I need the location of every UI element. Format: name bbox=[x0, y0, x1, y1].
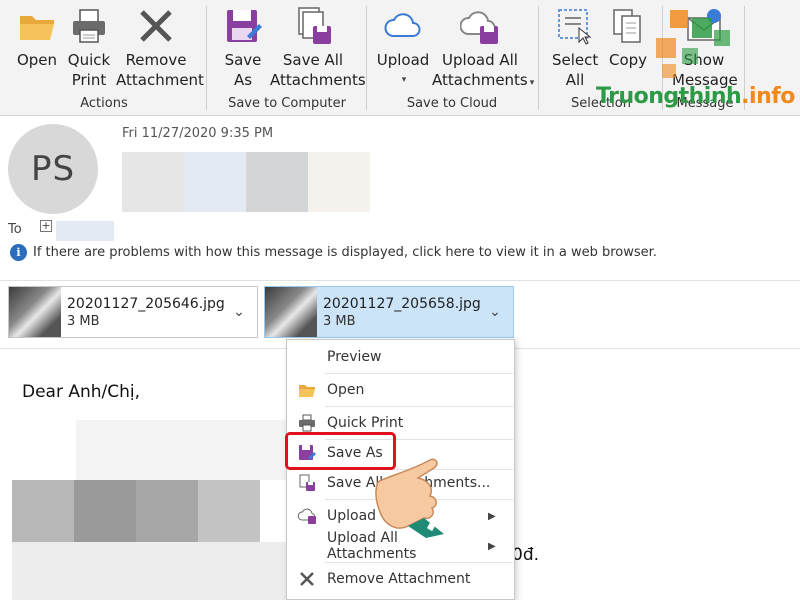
attachment-item[interactable]: 20201127_205646.jpg 3 MB ⌄ bbox=[8, 286, 258, 338]
open-button[interactable]: Open bbox=[14, 6, 60, 70]
blurred-body-text bbox=[12, 480, 74, 542]
save-all-icon bbox=[293, 6, 333, 46]
submenu-arrow-icon: ▶ bbox=[488, 540, 496, 552]
blurred-recipient bbox=[56, 221, 114, 241]
upload-button[interactable]: Upload ▾ bbox=[376, 6, 430, 90]
submenu-arrow-icon: ▶ bbox=[488, 510, 496, 522]
to-label: To bbox=[8, 222, 22, 237]
blurred-body-text bbox=[198, 480, 260, 542]
printer-icon bbox=[287, 414, 327, 432]
pointing-hand-icon bbox=[368, 452, 458, 538]
blurred-sender-block bbox=[184, 152, 246, 212]
dropdown-caret: ▾ bbox=[529, 78, 535, 88]
group-label-save-to-computer: Save to Computer bbox=[228, 96, 346, 111]
blurred-body-text bbox=[136, 480, 198, 542]
message-date: Fri 11/27/2020 9:35 PM bbox=[122, 126, 274, 141]
menu-separator bbox=[325, 562, 513, 563]
attachment-item-selected[interactable]: 20201127_205658.jpg 3 MB ⌄ bbox=[264, 286, 514, 338]
cloud-upload-icon bbox=[287, 507, 327, 525]
divider bbox=[0, 280, 800, 281]
watermark-logo-icon bbox=[652, 8, 736, 80]
blurred-sender-block bbox=[308, 152, 370, 212]
expand-recipients-icon[interactable]: + bbox=[40, 220, 52, 232]
group-separator bbox=[366, 6, 367, 110]
email-greeting: Dear Anh/Chị, bbox=[22, 382, 141, 402]
watermark-text: Truongthinh.info bbox=[596, 84, 795, 109]
menu-separator bbox=[325, 406, 513, 407]
blurred-body-text bbox=[74, 480, 136, 542]
printer-icon bbox=[69, 6, 109, 46]
close-icon bbox=[136, 6, 176, 46]
menu-item-remove-attachment[interactable]: Remove Attachment bbox=[287, 564, 514, 594]
blurred-sender-block bbox=[122, 152, 184, 212]
group-label-save-to-cloud: Save to Cloud bbox=[406, 96, 498, 111]
upload-all-attachments-button[interactable]: Upload All Attachments ▾ bbox=[432, 6, 534, 93]
blurred-sender-block bbox=[246, 152, 308, 212]
attachment-size: 3 MB bbox=[67, 313, 100, 329]
cloud-upload-icon bbox=[383, 6, 423, 46]
blurred-body-text bbox=[12, 542, 286, 600]
select-all-button[interactable]: Select All bbox=[552, 6, 598, 90]
save-all-icon bbox=[287, 474, 327, 492]
group-label-actions: Actions bbox=[80, 96, 128, 111]
blurred-body-text bbox=[76, 420, 286, 480]
menu-separator bbox=[325, 373, 513, 374]
save-all-attachments-button[interactable]: Save All Attachments bbox=[270, 6, 366, 90]
menu-item-open[interactable]: Open bbox=[287, 375, 514, 405]
cloud-upload-all-icon bbox=[459, 6, 500, 46]
attachment-name: 20201127_205658.jpg bbox=[323, 295, 481, 312]
info-bar[interactable]: i If there are problems with how this me… bbox=[10, 244, 657, 261]
attachment-thumbnail bbox=[265, 287, 317, 337]
select-all-icon bbox=[555, 6, 595, 46]
quick-print-button[interactable]: Quick Print bbox=[66, 6, 112, 90]
save-as-button[interactable]: Save As bbox=[222, 6, 264, 90]
chevron-down-icon[interactable]: ⌄ bbox=[483, 304, 507, 320]
attachment-thumbnail bbox=[9, 287, 61, 337]
info-icon: i bbox=[10, 244, 27, 261]
attachment-name: 20201127_205646.jpg bbox=[67, 295, 225, 312]
save-as-icon bbox=[223, 6, 263, 46]
group-separator bbox=[206, 6, 207, 110]
attachment-size: 3 MB bbox=[323, 313, 356, 329]
copy-icon bbox=[608, 6, 648, 46]
body-text-tail: 0đ. bbox=[512, 545, 540, 565]
copy-button[interactable]: Copy bbox=[606, 6, 650, 70]
chevron-down-icon[interactable]: ⌄ bbox=[227, 304, 251, 320]
avatar: PS bbox=[8, 124, 98, 214]
folder-icon bbox=[287, 382, 327, 398]
close-icon bbox=[287, 571, 327, 587]
info-text: If there are problems with how this mess… bbox=[33, 245, 657, 260]
group-separator bbox=[538, 6, 539, 110]
remove-attachment-button[interactable]: Remove Attachment bbox=[116, 6, 204, 90]
folder-icon bbox=[17, 6, 57, 46]
menu-item-preview[interactable]: Preview bbox=[287, 342, 514, 372]
